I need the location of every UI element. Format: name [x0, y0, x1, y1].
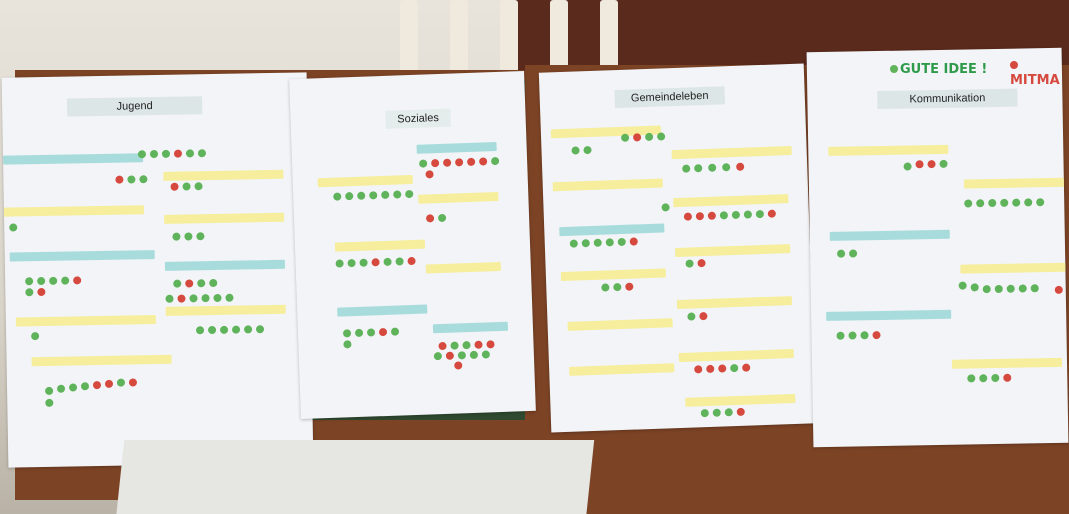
photo-scene: Jugend Soziales Gemeindeleben Kommunikat…: [0, 0, 1069, 514]
sheet-title: Kommunikation: [877, 88, 1018, 110]
handwritten-legend-red: MITMA: [1010, 58, 1069, 88]
table-foreground: [115, 440, 595, 514]
sheet-jugend: Jugend: [1, 72, 314, 468]
sheet-gemeindeleben: Gemeindeleben: [538, 63, 817, 433]
sheet-kommunikation: Kommunikation: [806, 47, 1069, 448]
sheet-soziales: Soziales: [289, 71, 536, 419]
sheet-title: Gemeindeleben: [614, 86, 726, 109]
sheet-title: Soziales: [385, 108, 451, 129]
sheet-title: Jugend: [66, 96, 203, 117]
handwritten-legend-green: GUTE IDEE !: [890, 62, 987, 77]
